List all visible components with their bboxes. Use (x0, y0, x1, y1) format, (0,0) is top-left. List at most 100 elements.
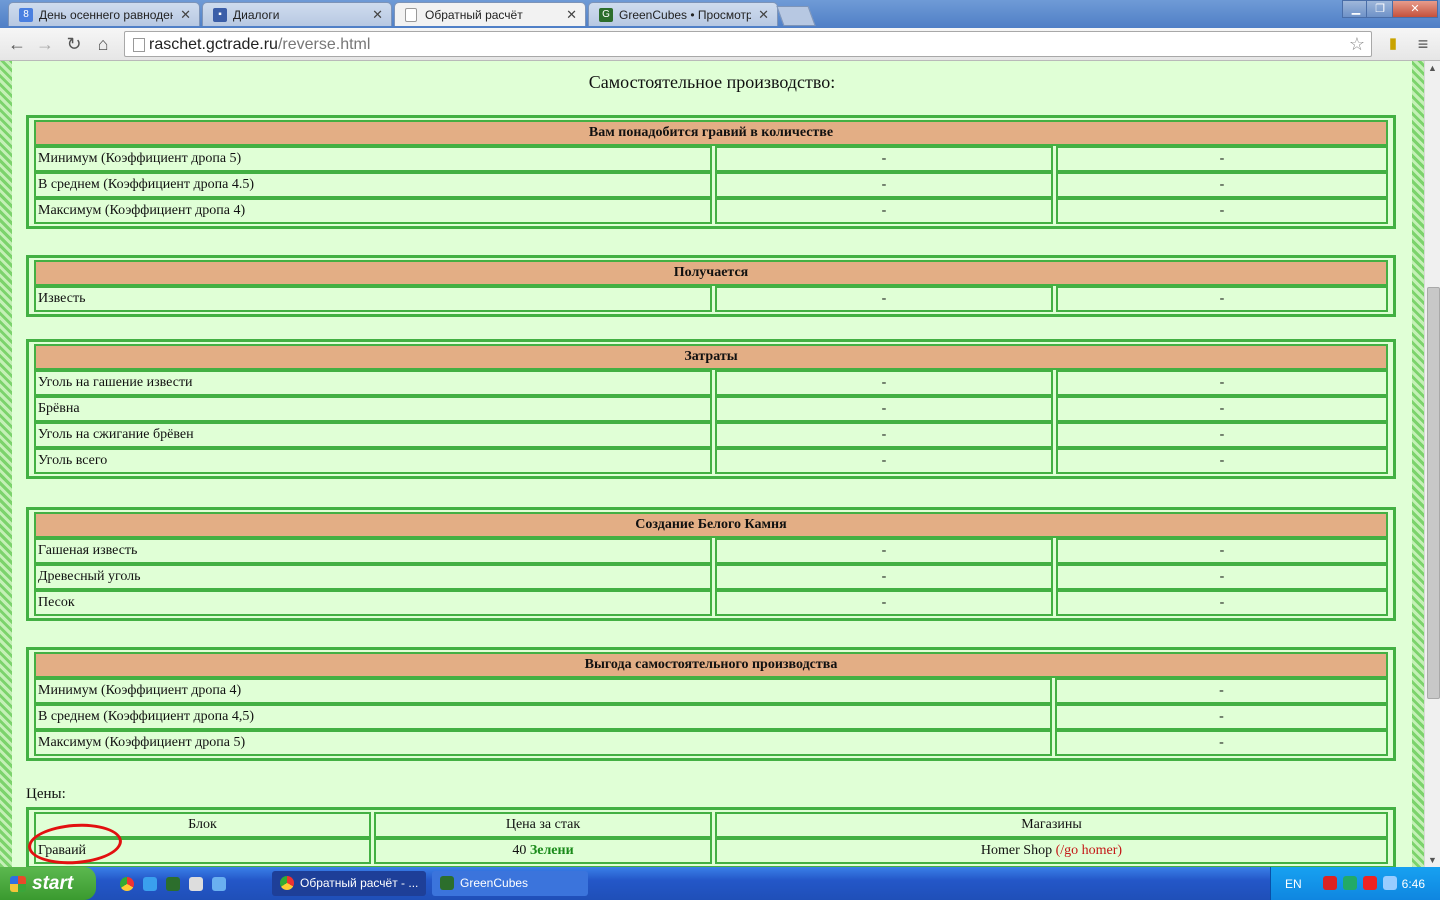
row-label: В среднем (Коэффициент дропа 4.5) (34, 172, 712, 198)
row-value: - (715, 172, 1053, 198)
scrollbar-thumb[interactable] (1427, 287, 1440, 699)
flash-icon[interactable] (1363, 876, 1377, 890)
download-icon[interactable] (1343, 876, 1357, 890)
antivirus-icon[interactable] (1323, 876, 1337, 890)
task-label: GreenCubes (460, 876, 529, 890)
row-value: - (1056, 146, 1388, 172)
home-icon[interactable]: ⌂ (92, 33, 114, 55)
row-label: Брёвна (34, 396, 712, 422)
column-header: Магазины (715, 812, 1388, 838)
app-icon[interactable] (189, 877, 203, 891)
price-currency: Зелени (529, 843, 574, 858)
table-row: В среднем (Коэффициент дропа 4,5) - (34, 704, 1388, 730)
table-row: Уголь на сжигание брёвен - - (34, 422, 1388, 448)
table-row: Максимум (Коэффициент дропа 5) - (34, 730, 1388, 756)
row-value: - (1055, 678, 1388, 704)
profit-table: Выгода самостоятельного производства Мин… (26, 647, 1396, 761)
row-value: - (715, 538, 1053, 564)
address-bar[interactable]: raschet.gctrade.ru/reverse.html ☆ (124, 31, 1372, 57)
page-viewport: Самостоятельное производство: Вам понадо… (0, 61, 1424, 867)
row-value: - (715, 564, 1053, 590)
bookmark-star-icon[interactable]: ☆ (1349, 34, 1365, 55)
chrome-icon[interactable] (120, 877, 134, 891)
row-value: - (715, 370, 1053, 396)
row-value: - (1055, 704, 1388, 730)
table-row: Граваий 40 Зелени Homer Shop (/go homer) (34, 838, 1388, 864)
task-greencubes[interactable]: GreenCubes (432, 871, 588, 896)
chrome-icon (280, 876, 294, 890)
page-icon (133, 38, 145, 52)
url-path: /reverse.html (277, 36, 371, 53)
table-row: Минимум (Коэффициент дропа 4) - (34, 678, 1388, 704)
row-value: - (715, 448, 1053, 474)
table-row: Уголь на гашение извести - - (34, 370, 1388, 396)
back-arrow-icon[interactable]: ← (6, 33, 28, 55)
table-header: Затраты (34, 344, 1388, 370)
ie-icon[interactable] (143, 877, 157, 891)
row-value: - (1056, 564, 1388, 590)
tab-dialogs[interactable]: ▪ Диалоги ✕ (202, 2, 392, 26)
extension-icon[interactable]: ▮ (1382, 33, 1404, 55)
row-value: - (1056, 172, 1388, 198)
maximize-button[interactable]: ❐ (1366, 0, 1394, 18)
app-icon[interactable] (212, 877, 226, 891)
tab-label: GreenCubes • Просмотр фор (619, 8, 751, 22)
language-indicator[interactable]: EN (1285, 877, 1302, 891)
shop-name: Homer Shop (980, 843, 1053, 858)
row-label: Древесный уголь (34, 564, 712, 590)
row-value: - (1055, 730, 1388, 756)
column-header: Цена за стак (374, 812, 712, 838)
table-row: Минимум (Коэффициент дропа 5) - - (34, 146, 1388, 172)
table-header: Выгода самостоятельного производства (34, 652, 1388, 678)
row-value: - (1056, 538, 1388, 564)
greencubes-icon[interactable] (166, 877, 180, 891)
shop-command: (/go homer) (1055, 843, 1123, 858)
close-icon[interactable]: ✕ (372, 7, 383, 23)
forward-arrow-icon[interactable]: → (34, 33, 56, 55)
row-label: Максимум (Коэффициент дропа 4) (34, 198, 712, 224)
menu-icon[interactable]: ≡ (1412, 33, 1434, 55)
price-cell: 40 Зелени (374, 838, 712, 864)
table-row: Песок - - (34, 590, 1388, 616)
tab-equinox[interactable]: 8 День осеннего равноденст ✕ (8, 2, 200, 26)
browser-tab-strip: 8 День осеннего равноденст ✕ ▪ Диалоги ✕… (0, 0, 1440, 28)
close-icon[interactable]: ✕ (180, 7, 191, 23)
tab-reverse-calc[interactable]: Обратный расчёт ✕ (394, 2, 586, 26)
tab-greencubes[interactable]: G GreenCubes • Просмотр фор ✕ (588, 2, 778, 26)
scroll-down-icon[interactable]: ▼ (1428, 855, 1437, 865)
scroll-up-icon[interactable]: ▲ (1428, 63, 1437, 73)
page-icon (405, 8, 417, 22)
row-value: - (1056, 448, 1388, 474)
vertical-scrollbar[interactable]: ▲ ▼ (1424, 61, 1440, 867)
table-header: Получается (34, 260, 1388, 286)
close-window-button[interactable]: ✕ (1392, 0, 1438, 18)
close-icon[interactable]: ✕ (758, 7, 769, 23)
task-browser[interactable]: Обратный расчёт - ... (272, 871, 426, 896)
table-row: Блок Цена за стак Магазины (34, 812, 1388, 838)
start-button[interactable]: start (0, 867, 96, 900)
shop-cell: Homer Shop (/go homer) (715, 838, 1388, 864)
row-label: Песок (34, 590, 712, 616)
table-row: Древесный уголь - - (34, 564, 1388, 590)
row-value: - (715, 198, 1053, 224)
chat-icon: ▪ (213, 8, 227, 22)
close-icon[interactable]: ✕ (566, 7, 577, 23)
browser-toolbar: ← → ↻ ⌂ raschet.gctrade.ru/reverse.html … (0, 28, 1440, 61)
windows-logo-icon (10, 876, 26, 892)
row-label: Максимум (Коэффициент дропа 5) (34, 730, 1052, 756)
new-tab-button[interactable] (776, 6, 816, 26)
tab-label: День осеннего равноденст (39, 8, 173, 22)
row-label: Минимум (Коэффициент дропа 5) (34, 146, 712, 172)
price-amount: 40 (512, 843, 527, 858)
clock: 6:46 (1401, 877, 1425, 891)
row-value: - (715, 286, 1053, 312)
tab-label: Обратный расчёт (425, 8, 523, 22)
greencubes-icon (440, 876, 454, 890)
tab-label: Диалоги (233, 8, 280, 22)
page-title: Самостоятельное производство: (588, 72, 836, 92)
row-label: Уголь всего (34, 448, 712, 474)
reload-icon[interactable]: ↻ (63, 33, 85, 55)
network-icon[interactable] (1383, 876, 1397, 890)
start-label: start (32, 873, 74, 894)
row-label: Уголь на гашение извести (34, 370, 712, 396)
